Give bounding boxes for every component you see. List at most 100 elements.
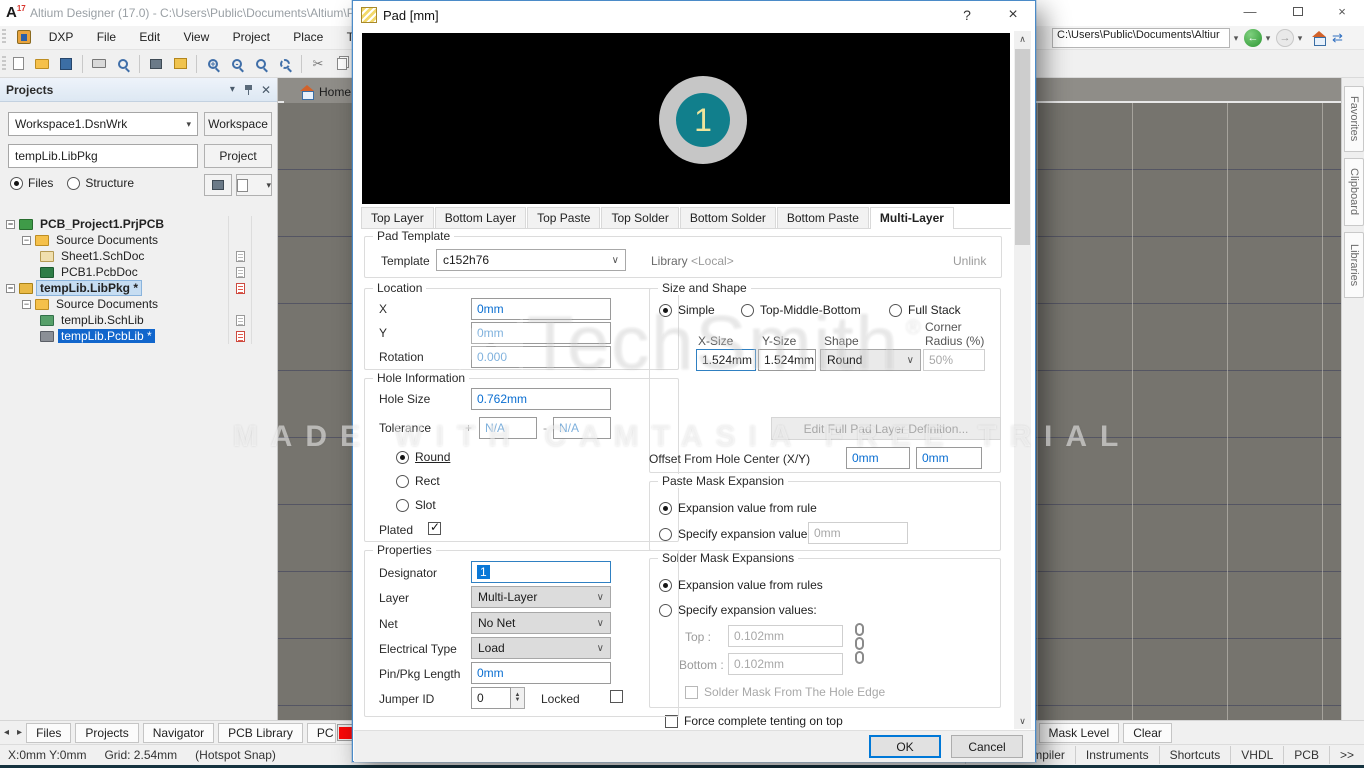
forward-icon[interactable]: → (1276, 29, 1294, 47)
hole-shape-slot[interactable]: Slot (396, 498, 436, 512)
pin-pkg-length-input[interactable]: 0mm (471, 662, 611, 684)
designator-input[interactable]: 1 (471, 561, 611, 583)
menu-view[interactable]: View (173, 26, 219, 48)
tab-top-paste[interactable]: Top Paste (527, 207, 600, 228)
tab-bottom-layer[interactable]: Bottom Layer (435, 207, 526, 228)
workspace-button[interactable]: Workspace (204, 112, 272, 136)
home-nav-icon[interactable] (1312, 32, 1326, 44)
tab-instruments[interactable]: Instruments (1075, 746, 1159, 764)
panel-tab-pcb-library[interactable]: PCB Library (218, 723, 303, 743)
panel-tab-navigator[interactable]: Navigator (143, 723, 214, 743)
y-size-input[interactable]: 1.524mm (758, 349, 816, 371)
x-input[interactable]: 0mm (471, 298, 611, 320)
scrollbar-thumb[interactable] (1015, 49, 1030, 245)
back-icon[interactable]: ← (1244, 29, 1262, 47)
sync-components-button[interactable] (204, 174, 232, 196)
clear-button[interactable]: Clear (1123, 723, 1172, 743)
tab-bottom-paste[interactable]: Bottom Paste (777, 207, 869, 228)
address-input[interactable]: C:\Users\Public\Documents\Altiur (1052, 28, 1230, 48)
panel-tab-clipped[interactable]: PC (307, 723, 337, 743)
dialog-titlebar[interactable]: Pad [mm] (353, 1, 1035, 29)
template-select[interactable]: c152h76∨ (436, 249, 626, 271)
scroll-right-icon[interactable]: ▸ (13, 727, 26, 738)
scroll-left-icon[interactable]: ◂ (0, 727, 13, 738)
unlink-link[interactable]: Unlink (953, 254, 986, 268)
full-stack-radio[interactable] (889, 304, 902, 317)
plated-checkbox[interactable] (428, 522, 441, 535)
paste-rule-option[interactable]: Expansion value from rule (659, 501, 817, 515)
zoom-area-icon[interactable] (274, 53, 296, 75)
project-button[interactable]: Project (204, 144, 272, 168)
locked-checkbox[interactable] (610, 690, 623, 703)
tolerance-minus-input[interactable]: N/A (553, 417, 611, 439)
electrical-type-select[interactable]: Load∨ (471, 637, 611, 659)
panel-tab-projects[interactable]: Projects (75, 723, 138, 743)
minimize-button[interactable]: — (1228, 0, 1272, 22)
back-dropdown-icon[interactable]: ▾ (1262, 33, 1274, 44)
tree-item-libpkg[interactable]: tempLib.LibPkg * (6, 280, 272, 296)
net-select[interactable]: No Net∨ (471, 612, 611, 634)
edit-pad-layer-button[interactable]: Edit Full Pad Layer Definition... (771, 417, 1001, 440)
files-radio[interactable] (10, 177, 23, 190)
solder-bottom-input[interactable]: 0.102mm (728, 653, 843, 675)
paste-specify-radio[interactable] (659, 528, 672, 541)
hole-edge-checkbox[interactable] (685, 686, 698, 699)
tab-shortcuts[interactable]: Shortcuts (1159, 746, 1231, 764)
rect-radio[interactable] (396, 475, 409, 488)
cut-icon[interactable]: ✂ (307, 53, 329, 75)
jumper-id-stepper[interactable]: ▲▼ (511, 687, 525, 709)
menu-project[interactable]: Project (223, 26, 280, 48)
hole-edge-option[interactable]: Solder Mask From The Hole Edge (685, 685, 885, 699)
collapse-icon[interactable] (6, 220, 15, 229)
structure-radio[interactable] (67, 177, 80, 190)
simple-radio[interactable] (659, 304, 672, 317)
zoom-in-icon[interactable]: + (202, 53, 224, 75)
hole-size-input[interactable]: 0.762mm (471, 388, 611, 410)
tab-clipboard[interactable]: Clipboard (1344, 158, 1364, 226)
scroll-up-icon[interactable]: ∧ (1014, 31, 1031, 47)
tab-home[interactable]: Home (284, 80, 361, 103)
tenting-option[interactable]: Force complete tenting on top (665, 714, 843, 728)
tab-more[interactable]: >> (1329, 746, 1364, 764)
dialog-close-button[interactable]: × (993, 1, 1033, 29)
tab-pcb[interactable]: PCB (1283, 746, 1329, 764)
tab-top-layer[interactable]: Top Layer (361, 207, 434, 228)
close-button[interactable]: × (1320, 0, 1364, 22)
tab-top-solder[interactable]: Top Solder (601, 207, 678, 228)
tolerance-plus-input[interactable]: N/A (479, 417, 537, 439)
tree-item-folder[interactable]: Source Documents (6, 296, 272, 312)
x-size-input[interactable]: 1.524mm (696, 349, 756, 371)
hole-shape-rect[interactable]: Rect (396, 474, 440, 488)
tree-item-project[interactable]: PCB_Project1.PrjPCB (6, 216, 272, 232)
address-dropdown-icon[interactable]: ▾ (1230, 33, 1242, 44)
tab-multi-layer[interactable]: Multi-Layer (870, 207, 954, 229)
mode-top-middle-bottom[interactable]: Top-Middle-Bottom (741, 303, 861, 317)
maximize-button[interactable] (1276, 0, 1320, 22)
y-input[interactable]: 0mm (471, 322, 611, 344)
print-icon[interactable] (88, 53, 110, 75)
print-preview-icon[interactable] (112, 53, 134, 75)
jumper-id-input[interactable]: 0 (471, 687, 511, 709)
dialog-scrollbar[interactable]: ∧ ∨ (1014, 31, 1031, 729)
panel-tab-files[interactable]: Files (26, 723, 71, 743)
offset-y-input[interactable]: 0mm (916, 447, 982, 469)
slot-radio[interactable] (396, 499, 409, 512)
shape-select[interactable]: Round∨ (820, 349, 921, 371)
new-document-icon[interactable] (7, 53, 29, 75)
project-field[interactable]: tempLib.LibPkg (8, 144, 198, 168)
hole-shape-round[interactable]: Round (396, 450, 450, 464)
layer-select[interactable]: Multi-Layer∨ (471, 586, 611, 608)
ok-button[interactable]: OK (869, 735, 941, 758)
solder-top-input[interactable]: 0.102mm (728, 625, 843, 647)
collapse-icon[interactable] (22, 236, 31, 245)
panel-icon[interactable] (169, 53, 191, 75)
tab-bottom-solder[interactable]: Bottom Solder (680, 207, 776, 228)
forward-dropdown-icon[interactable]: ▾ (1294, 33, 1306, 44)
offset-x-input[interactable]: 0mm (846, 447, 910, 469)
open-project-button[interactable]: ▾ (236, 174, 272, 196)
tree-item-pcblib[interactable]: tempLib.PcbLib * (6, 328, 272, 344)
tab-vhdl[interactable]: VHDL (1230, 746, 1283, 764)
component-icon[interactable] (145, 53, 167, 75)
round-radio[interactable] (396, 451, 409, 464)
menu-file[interactable]: File (87, 26, 126, 48)
